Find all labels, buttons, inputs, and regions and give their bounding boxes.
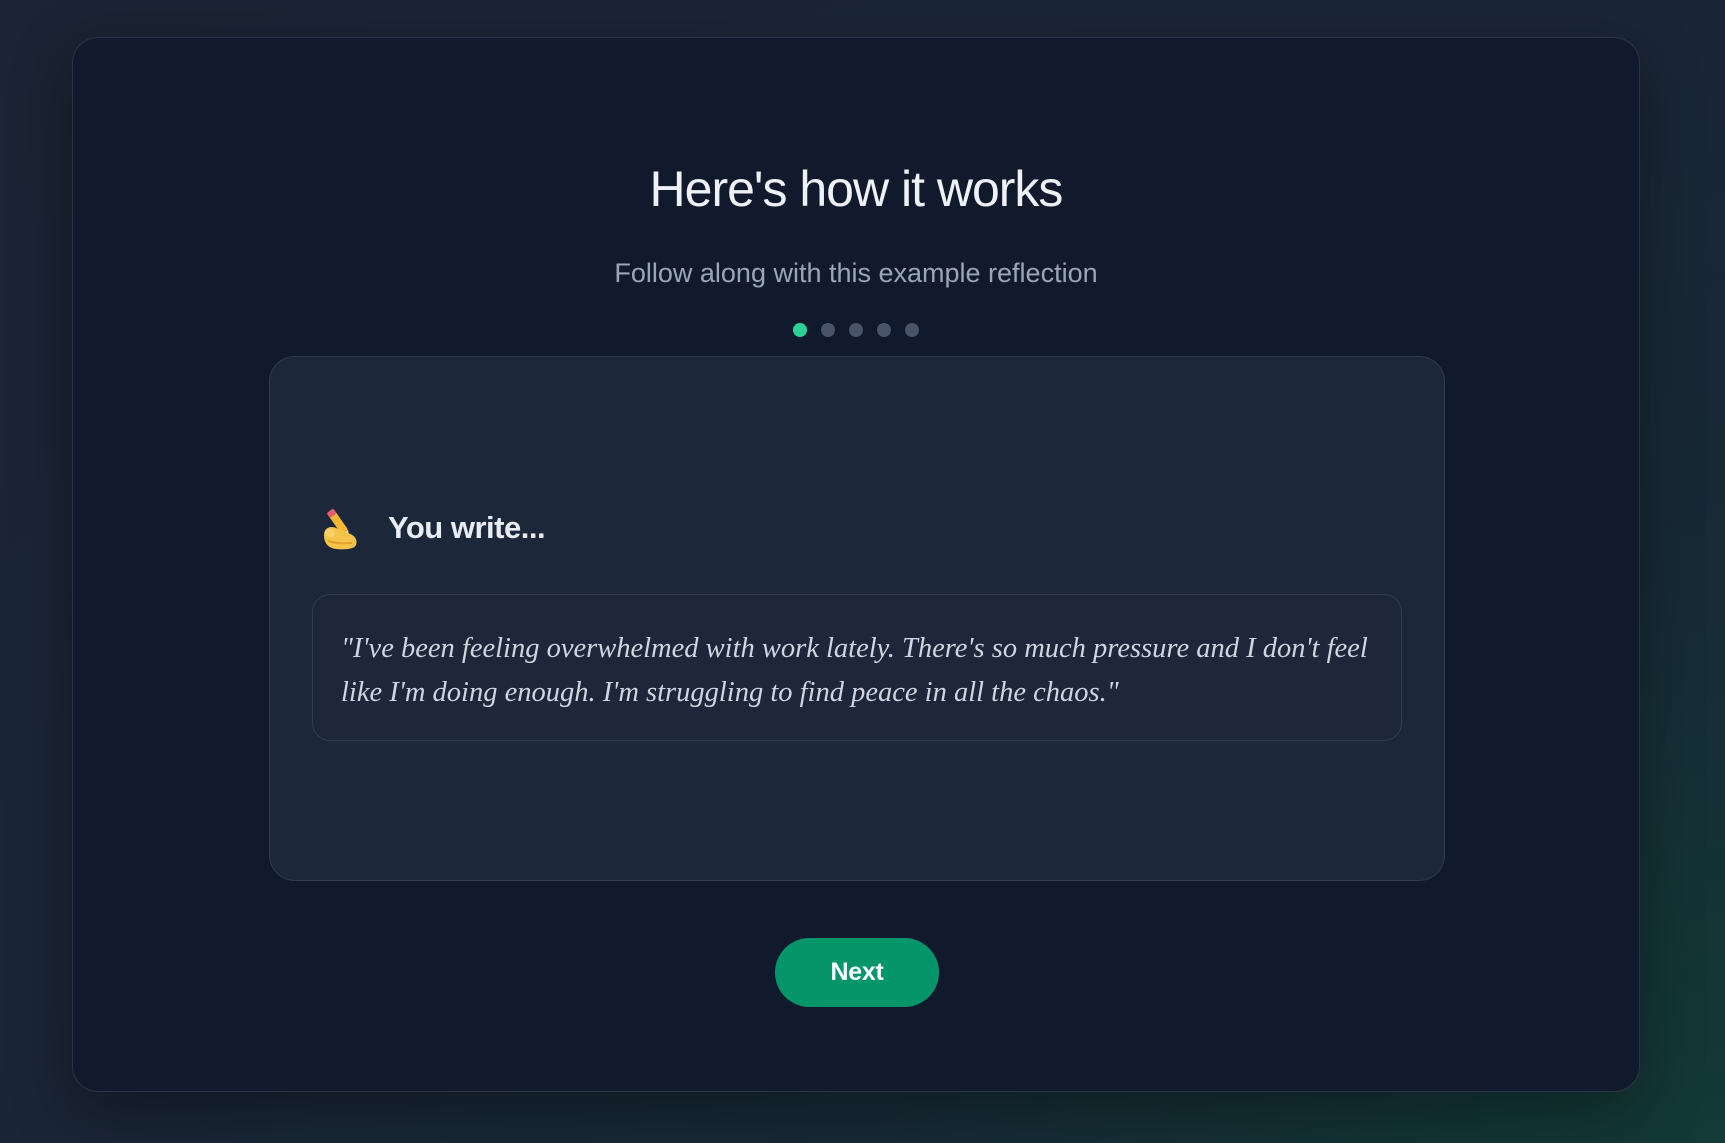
- next-button[interactable]: Next: [775, 938, 939, 1007]
- step-indicator: [73, 323, 1639, 337]
- writing-hand-icon: [318, 505, 366, 551]
- example-card: You write... "I've been feeling overwhel…: [269, 356, 1445, 881]
- example-quote: "I've been feeling overwhelmed with work…: [341, 633, 1368, 708]
- step-dot-2[interactable]: [821, 323, 835, 337]
- step-dot-1[interactable]: [793, 323, 807, 337]
- card-header: You write...: [318, 505, 546, 551]
- card-heading: You write...: [388, 510, 546, 545]
- step-dot-5[interactable]: [905, 323, 919, 337]
- onboarding-card: Here's how it works Follow along with th…: [72, 37, 1640, 1092]
- example-quote-box: "I've been feeling overwhelmed with work…: [312, 594, 1402, 741]
- step-dot-4[interactable]: [877, 323, 891, 337]
- page-subtitle: Follow along with this example reflectio…: [614, 258, 1098, 288]
- page-title: Here's how it works: [649, 161, 1064, 217]
- step-dot-3[interactable]: [849, 323, 863, 337]
